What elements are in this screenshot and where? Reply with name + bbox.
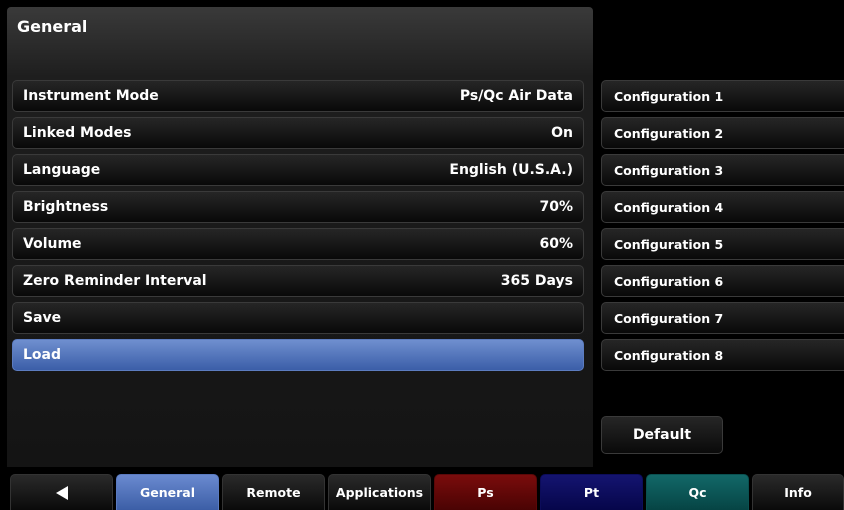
configuration-6-button[interactable]: Configuration 6 xyxy=(601,265,844,297)
back-button[interactable] xyxy=(10,474,113,510)
configuration-3-button[interactable]: Configuration 3 xyxy=(601,154,844,186)
tab-pt[interactable]: Pt xyxy=(540,474,643,510)
tab-general[interactable]: General xyxy=(116,474,219,510)
volume-value: 60% xyxy=(539,236,573,252)
configuration-8-label: Configuration 8 xyxy=(614,347,724,363)
language-label: Language xyxy=(23,162,101,178)
language-value: English (U.S.A.) xyxy=(449,162,573,178)
volume-label: Volume xyxy=(23,236,82,252)
configuration-5-label: Configuration 5 xyxy=(614,236,724,252)
linked-modes-label: Linked Modes xyxy=(23,125,132,141)
volume-row[interactable]: Volume 60% xyxy=(12,228,584,260)
instrument-mode-row[interactable]: Instrument Mode Ps/Qc Air Data xyxy=(12,80,584,112)
instrument-mode-label: Instrument Mode xyxy=(23,88,159,104)
tab-applications[interactable]: Applications xyxy=(328,474,431,510)
configuration-8-button[interactable]: Configuration 8 xyxy=(601,339,844,371)
configuration-3-label: Configuration 3 xyxy=(614,162,724,178)
configuration-5-button[interactable]: Configuration 5 xyxy=(601,228,844,260)
load-button[interactable]: Load xyxy=(12,339,584,371)
load-label: Load xyxy=(23,347,62,363)
zero-reminder-interval-value: 365 Days xyxy=(500,273,573,289)
configuration-4-button[interactable]: Configuration 4 xyxy=(601,191,844,223)
zero-reminder-interval-label: Zero Reminder Interval xyxy=(23,273,207,289)
configuration-1-label: Configuration 1 xyxy=(614,88,724,104)
save-button[interactable]: Save xyxy=(12,302,584,334)
back-arrow-icon xyxy=(55,485,68,500)
configuration-1-button[interactable]: Configuration 1 xyxy=(601,80,844,112)
default-button[interactable]: Default xyxy=(601,416,723,454)
linked-modes-row[interactable]: Linked Modes On xyxy=(12,117,584,149)
page-title: General xyxy=(17,17,88,36)
configuration-2-label: Configuration 2 xyxy=(614,125,724,141)
bottom-tab-bar: General Remote Applications Ps Pt Qc Inf… xyxy=(0,474,844,510)
linked-modes-value: On xyxy=(551,125,573,141)
tab-info[interactable]: Info xyxy=(752,474,844,510)
configuration-2-button[interactable]: Configuration 2 xyxy=(601,117,844,149)
zero-reminder-interval-row[interactable]: Zero Reminder Interval 365 Days xyxy=(12,265,584,297)
tab-qc[interactable]: Qc xyxy=(646,474,749,510)
brightness-row[interactable]: Brightness 70% xyxy=(12,191,584,223)
configuration-7-button[interactable]: Configuration 7 xyxy=(601,302,844,334)
tab-ps[interactable]: Ps xyxy=(434,474,537,510)
tab-remote[interactable]: Remote xyxy=(222,474,325,510)
brightness-value: 70% xyxy=(539,199,573,215)
brightness-label: Brightness xyxy=(23,199,109,215)
configuration-7-label: Configuration 7 xyxy=(614,310,724,326)
instrument-mode-value: Ps/Qc Air Data xyxy=(459,88,573,104)
configuration-4-label: Configuration 4 xyxy=(614,199,724,215)
configuration-6-label: Configuration 6 xyxy=(614,273,724,289)
save-label: Save xyxy=(23,310,62,326)
language-row[interactable]: Language English (U.S.A.) xyxy=(12,154,584,186)
